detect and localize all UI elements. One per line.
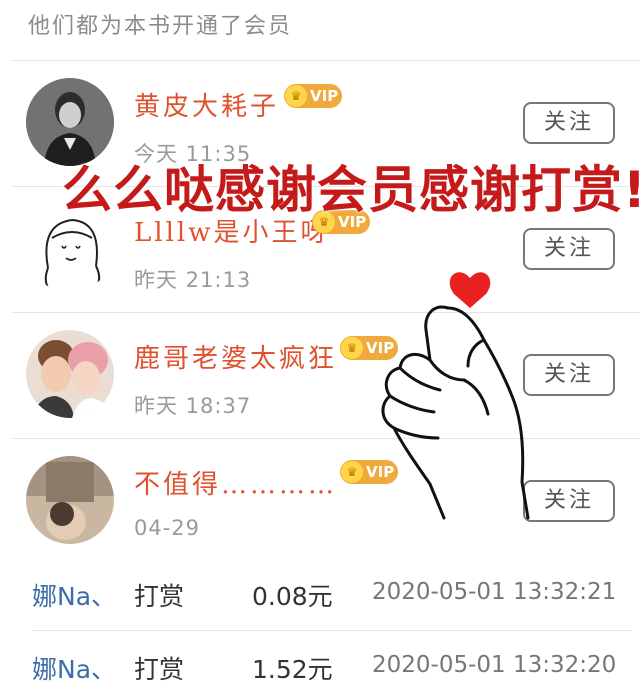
crown-icon: ♛ [285, 85, 307, 107]
finger-heart-icon [372, 268, 540, 524]
reward-amount: 0.08元 [252, 582, 333, 611]
member-row[interactable]: 鹿哥老婆太疯狂 ♛ VIP 昨天 18:37 关注 [0, 314, 640, 438]
avatar[interactable] [26, 330, 114, 418]
reward-action: 打赏 [134, 582, 185, 611]
vip-badge: ♛ VIP [284, 84, 342, 108]
reward-action: 打赏 [134, 655, 185, 684]
avatar[interactable] [26, 456, 114, 544]
divider [12, 438, 640, 439]
avatar-photo-image [26, 456, 114, 544]
join-time: 04-29 [134, 516, 201, 540]
crown-icon: ♛ [341, 337, 363, 359]
divider [32, 630, 632, 631]
divider [12, 60, 640, 61]
follow-button[interactable]: 关注 [523, 102, 615, 144]
member-name[interactable]: 黄皮大耗子 [134, 86, 279, 123]
join-time: 昨天 21:13 [134, 268, 252, 292]
member-name[interactable]: 不值得………… [134, 464, 337, 501]
vip-badge-label: VIP [310, 87, 339, 105]
reward-user[interactable]: 娜Na、 [32, 650, 116, 686]
finger-heart-sticker [381, 272, 530, 520]
reward-date: 2020-05-01 13:32:21 [372, 579, 617, 605]
member-name[interactable]: 鹿哥老婆太疯狂 [134, 338, 337, 375]
reward-row: 娜Na、 打赏 1.52元 2020-05-01 13:32:20 [0, 638, 640, 697]
crown-icon: ♛ [341, 461, 363, 483]
reward-amount: 1.52元 [252, 655, 333, 684]
avatar-photo-image [26, 330, 114, 418]
follow-button[interactable]: 关注 [523, 228, 615, 270]
section-title: 他们都为本书开通了会员 [28, 14, 293, 39]
join-time: 昨天 18:37 [134, 394, 252, 418]
divider [12, 312, 640, 313]
reward-row: 娜Na、 打赏 0.08元 2020-05-01 13:32:21 [0, 565, 640, 625]
thank-you-overlay-text: 么么哒感谢会员感谢打赏! [62, 161, 640, 219]
reward-user[interactable]: 娜Na、 [32, 577, 116, 613]
member-row[interactable]: 不值得………… ♛ VIP 04-29 关注 [0, 440, 640, 564]
reward-date: 2020-05-01 13:32:20 [372, 652, 617, 678]
page: 他们都为本书开通了会员 黄皮大耗子 ♛ VIP 今天 11:35 关注 Llll… [0, 0, 640, 697]
